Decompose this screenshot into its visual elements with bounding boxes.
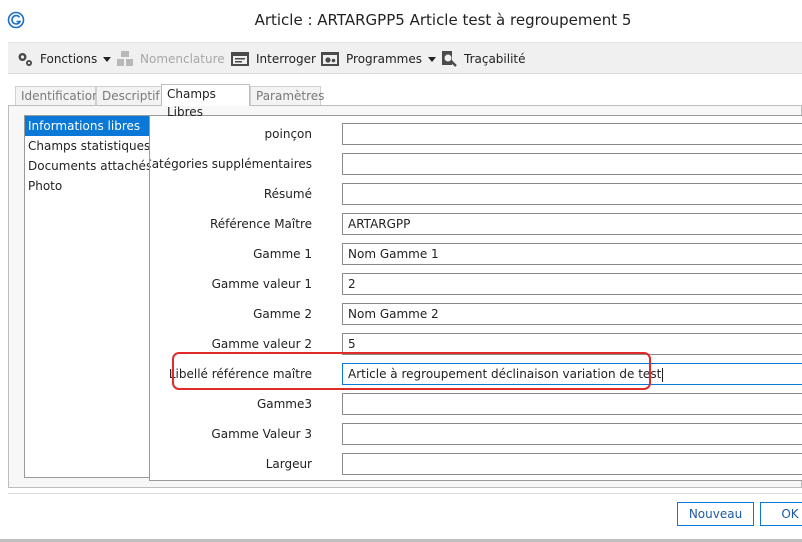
- field-label: Catégories supplémentaires: [149, 157, 312, 171]
- gamme-2-field[interactable]: Nom Gamme 2: [342, 303, 802, 325]
- nomenclature-button[interactable]: Nomenclature: [116, 43, 225, 75]
- gamme-valeur-1-field[interactable]: 2: [342, 273, 802, 295]
- field-label: Gamme valeur 2: [211, 337, 312, 351]
- form-row-reference-maitre: Référence Maître ARTARGPP: [150, 213, 802, 237]
- form-row-gamme-valeur-1: Gamme valeur 1 2: [150, 273, 802, 297]
- nav-item-champs-statistiques[interactable]: Champs statistiques: [25, 136, 150, 156]
- field-label: Largeur: [265, 457, 312, 471]
- field-label: Gamme Valeur 3: [211, 427, 312, 441]
- tab-parametres[interactable]: Paramètres: [250, 86, 324, 106]
- form-row-gamme-valeur-2: Gamme valeur 2 5: [150, 333, 802, 357]
- poincon-field[interactable]: [342, 123, 802, 145]
- field-value: Article à regroupement déclinaison varia…: [348, 367, 662, 381]
- field-label: Référence Maître: [209, 217, 312, 231]
- form-row-largeur: Largeur: [150, 453, 802, 477]
- nav-item-photo[interactable]: Photo: [25, 176, 149, 196]
- gears-icon: [18, 53, 32, 66]
- window-title: Article : ARTARGPP5 Article test à regro…: [254, 11, 632, 29]
- field-label: Gamme 2: [253, 307, 312, 321]
- fonctions-chevron-down-icon: [103, 56, 112, 62]
- programmes-menu-button[interactable]: Programmes: [320, 43, 436, 75]
- field-label: Gamme3: [256, 397, 312, 411]
- form-row-gamme-1: Gamme 1 Nom Gamme 1: [150, 243, 802, 267]
- dialog-footer: Nouveau OK: [0, 489, 802, 542]
- interroger-label: Interroger: [256, 52, 316, 66]
- champs-libres-panel: Informations libres Champs statistiques …: [8, 105, 802, 488]
- title-bar: Article : ARTARGPP5 Article test à regro…: [0, 0, 802, 40]
- magnifier-document-icon: [442, 51, 457, 67]
- text-cursor: [662, 367, 664, 382]
- fonctions-label: Fonctions: [40, 52, 98, 66]
- categories-supplementaires-field[interactable]: [342, 153, 802, 175]
- section-list: Informations libres Champs statistiques …: [24, 115, 152, 478]
- form-area: poinçon Catégories supplémentaires Résum…: [149, 115, 802, 481]
- program-window-icon: [321, 52, 339, 66]
- tracabilite-label: Traçabilité: [464, 52, 526, 66]
- tab-identification[interactable]: Identification: [15, 86, 100, 106]
- nav-item-informations-libres[interactable]: Informations libres: [25, 116, 149, 136]
- programmes-label: Programmes: [346, 52, 422, 66]
- programmes-chevron-down-icon: [427, 56, 436, 62]
- field-label: poinçon: [264, 127, 312, 141]
- field-label: Gamme valeur 1: [211, 277, 312, 291]
- largeur-field[interactable]: [342, 453, 802, 475]
- field-label: Libellé référence maître: [168, 367, 312, 381]
- form-row-categories: Catégories supplémentaires: [150, 153, 802, 177]
- nouveau-button[interactable]: Nouveau: [677, 502, 754, 526]
- nomenclature-label: Nomenclature: [140, 52, 225, 66]
- article-window: Article : ARTARGPP5 Article test à regro…: [0, 0, 802, 542]
- field-label: Gamme 1: [253, 247, 312, 261]
- gamme3-field[interactable]: [342, 393, 802, 415]
- fonctions-menu-button[interactable]: Fonctions: [16, 43, 112, 75]
- form-row-libelle-reference-maitre: Libellé référence maître Article à regro…: [150, 363, 802, 387]
- boxes-icon: [117, 51, 133, 66]
- gamme-valeur-2-field[interactable]: 5: [342, 333, 802, 355]
- interroger-button[interactable]: Interroger: [230, 43, 316, 75]
- form-row-poincon: poinçon: [150, 123, 802, 147]
- reference-maitre-field[interactable]: ARTARGPP: [342, 213, 802, 235]
- tab-descriptif[interactable]: Descriptif: [96, 86, 162, 106]
- nav-item-documents-attaches[interactable]: Documents attachés: [25, 156, 152, 176]
- gamme-1-field[interactable]: Nom Gamme 1: [342, 243, 802, 265]
- form-row-gamme-valeur-3: Gamme Valeur 3: [150, 423, 802, 447]
- tracabilite-button[interactable]: Traçabilité: [440, 43, 526, 75]
- tab-bar: Identification Descriptif Champs Libres …: [8, 84, 802, 119]
- ok-button[interactable]: OK: [760, 502, 802, 526]
- footer-divider: [8, 493, 802, 494]
- resume-field[interactable]: [342, 183, 802, 205]
- form-row-gamme3: Gamme3: [150, 393, 802, 417]
- form-row-gamme-2: Gamme 2 Nom Gamme 2: [150, 303, 802, 327]
- window-inspect-icon: [231, 52, 249, 66]
- toolbar: Fonctions Nomenclature Interroger Progra…: [8, 42, 802, 74]
- form-row-resume: Résumé: [150, 183, 802, 207]
- libelle-reference-maitre-field[interactable]: Article à regroupement déclinaison varia…: [342, 363, 802, 385]
- tab-champs-libres[interactable]: Champs Libres: [161, 84, 250, 119]
- field-label: Résumé: [263, 187, 312, 201]
- gamme-valeur-3-field[interactable]: [342, 423, 802, 445]
